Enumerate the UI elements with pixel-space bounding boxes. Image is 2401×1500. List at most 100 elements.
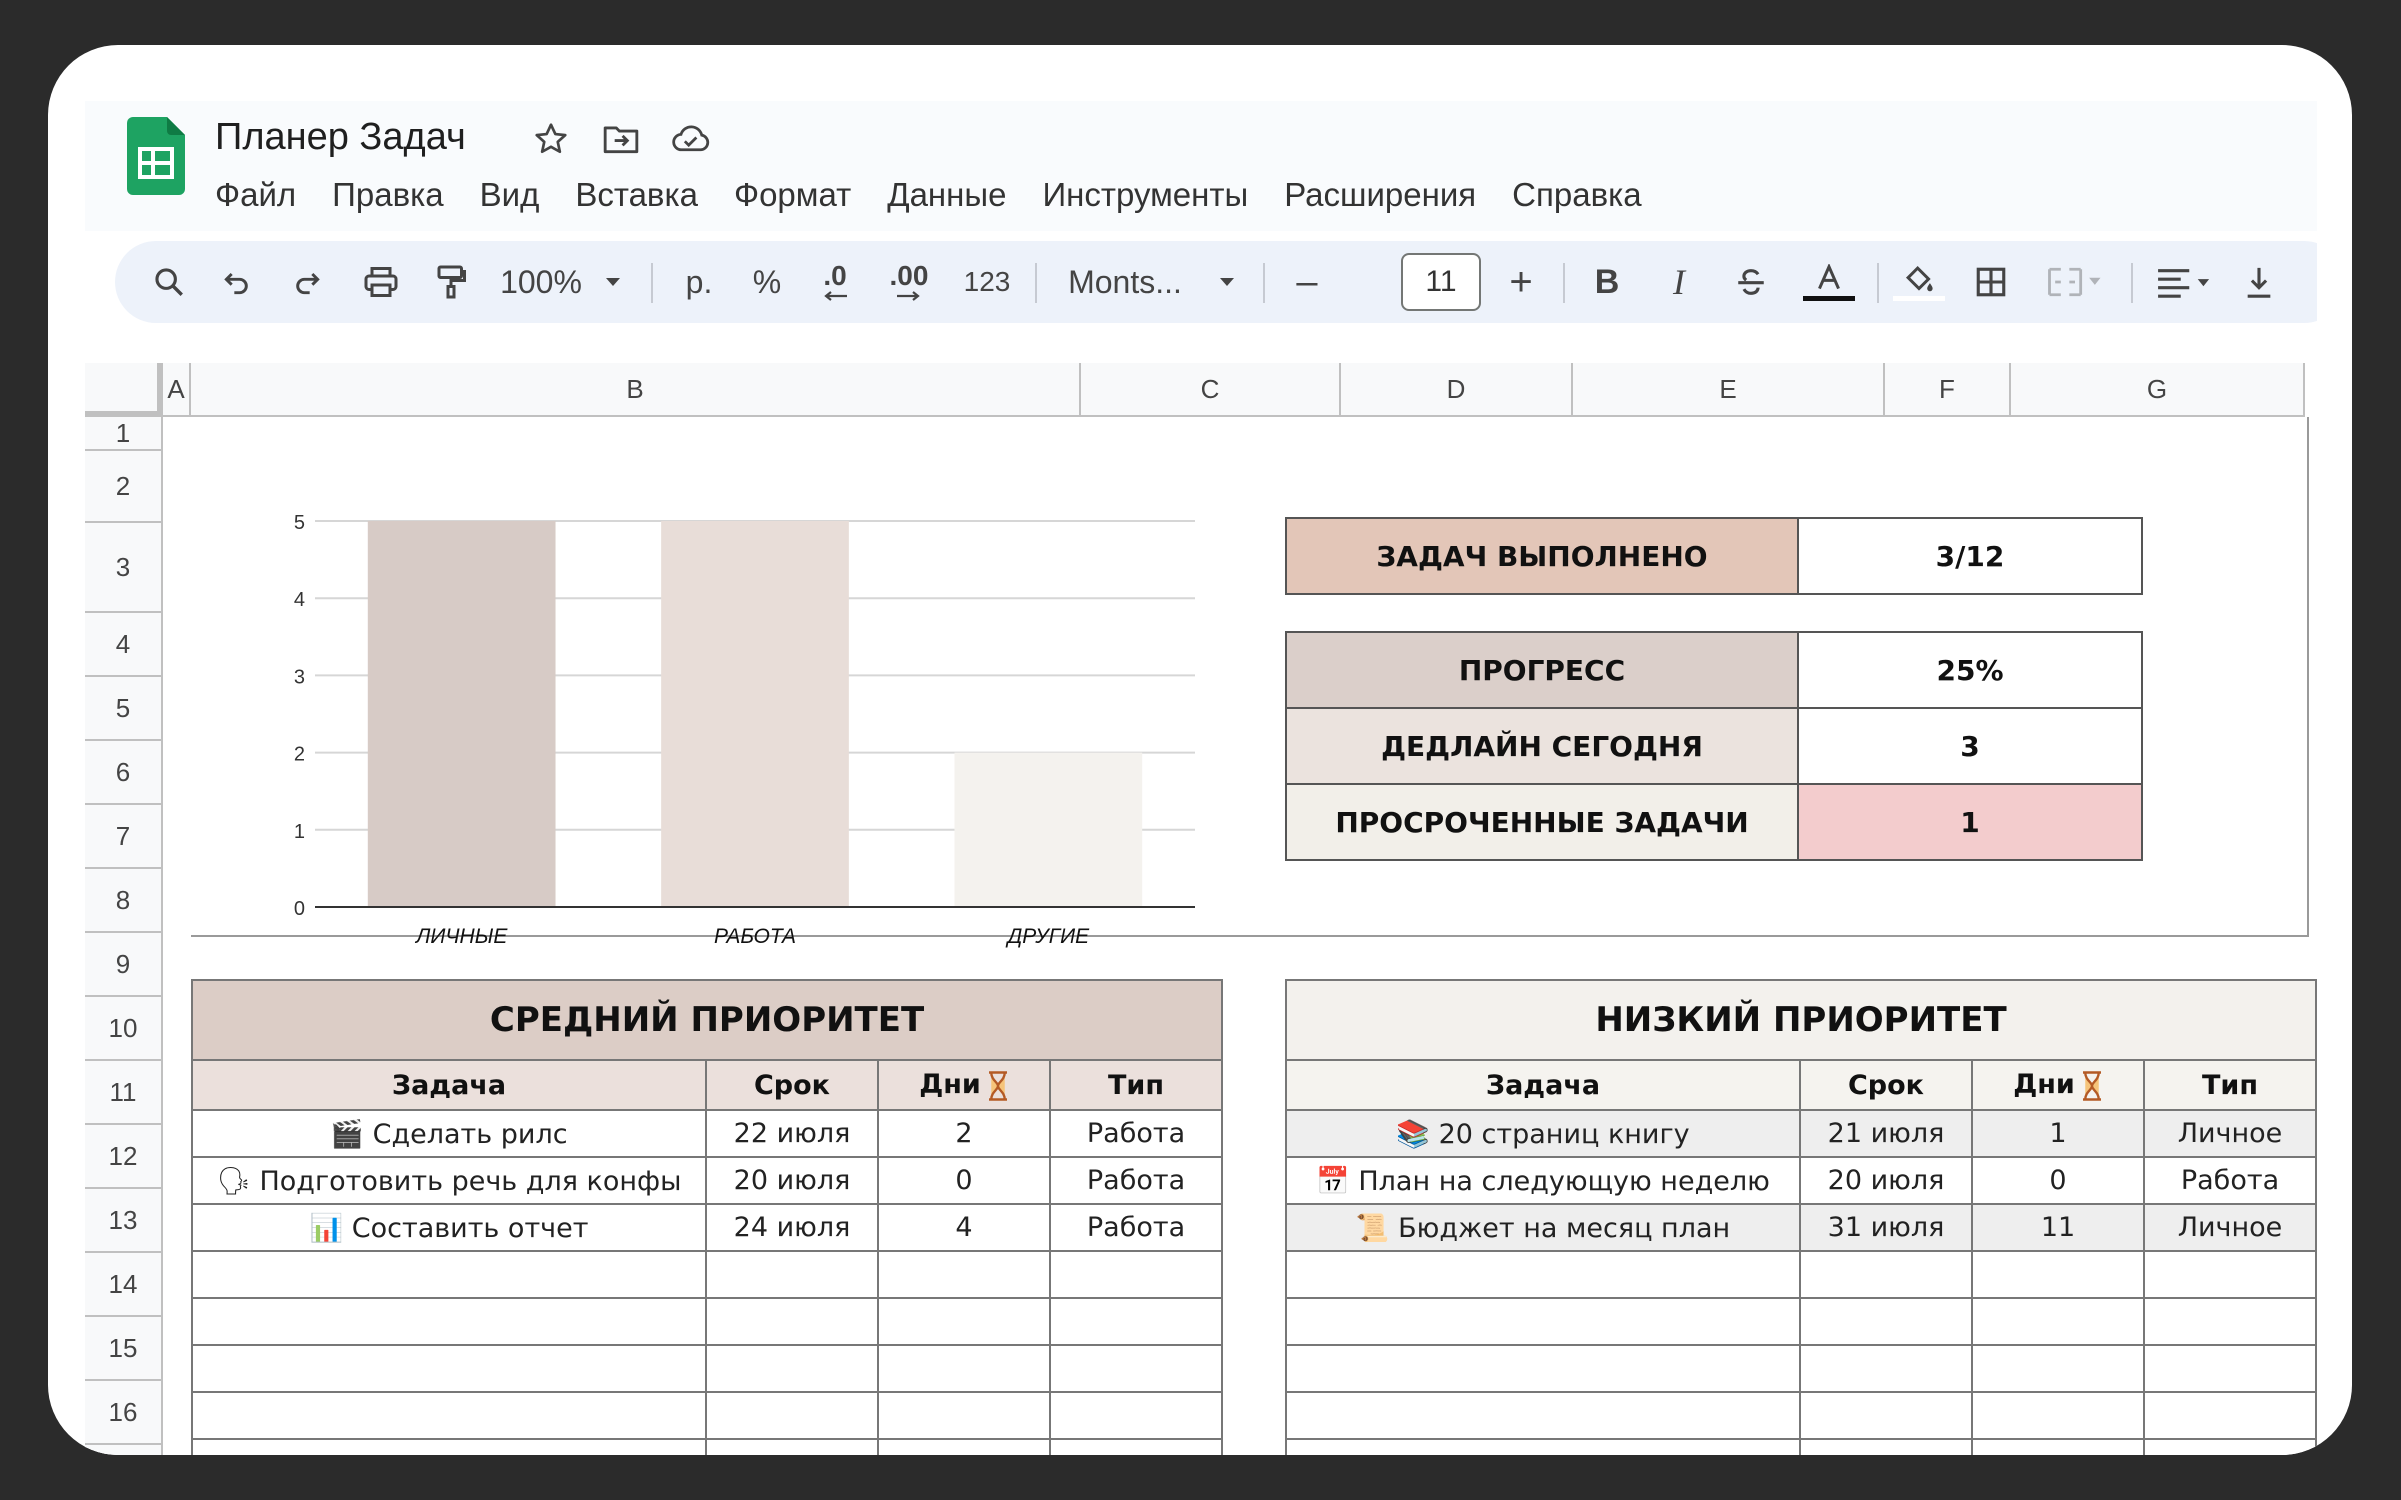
empty-cell[interactable] [2142,1391,2317,1440]
task-cell[interactable]: 📅 План на следующую неделю [1285,1156,1801,1205]
empty-cell[interactable] [191,1391,707,1440]
column-header-d[interactable]: D [1341,363,1573,417]
row-header-4[interactable]: 4 [85,613,163,677]
table-row[interactable]: 📜 Бюджет на месяц план 31 июля 11 Личное [1285,1203,2317,1252]
row-header-9[interactable]: 9 [85,933,163,997]
move-folder-icon[interactable] [597,115,645,163]
empty-cell[interactable] [705,1391,879,1440]
empty-cell[interactable] [1799,1438,1973,1455]
currency-format-button[interactable]: р. [671,241,727,323]
borders-icon[interactable] [1965,241,2017,323]
type-cell[interactable]: Работа [1048,1156,1224,1205]
due-cell[interactable]: 24 июля [705,1203,879,1252]
star-icon[interactable] [527,115,575,163]
empty-cell[interactable] [705,1297,879,1346]
empty-cell[interactable] [1799,1250,1973,1299]
category-bar-chart[interactable]: 0 1 2 3 4 5 ЛИЧНЫЕ РАБОТА ДРУГИЕ [195,441,1195,961]
empty-cell[interactable] [2142,1344,2317,1393]
empty-row[interactable] [1285,1297,2317,1346]
empty-cell[interactable] [191,1438,707,1455]
merge-cells-icon[interactable] [2035,241,2115,323]
strikethrough-icon[interactable] [1725,241,1777,323]
row-header-1[interactable]: 1 [85,417,163,451]
table-row[interactable]: 📊 Составить отчет 24 июля 4 Работа [191,1203,1224,1252]
empty-row[interactable] [1285,1250,2317,1299]
tasks-done-value[interactable]: 3/12 [1797,517,2143,595]
empty-row[interactable] [1285,1344,2317,1393]
menu-file[interactable]: Файл [215,165,314,225]
empty-row[interactable] [191,1344,1224,1393]
row-header-3[interactable]: 3 [85,523,163,613]
fill-color-icon[interactable] [1891,241,1947,323]
due-cell[interactable]: 20 июля [1799,1156,1973,1205]
column-header-b[interactable]: B [191,363,1081,417]
number-format-button[interactable]: 123 [955,241,1019,323]
decrease-font-size-button[interactable]: – [1281,241,1333,323]
days-cell[interactable]: 1 [1971,1109,2145,1158]
horizontal-align-icon[interactable] [2145,241,2225,323]
type-cell[interactable]: Работа [2142,1156,2317,1205]
type-cell[interactable]: Работа [1048,1109,1224,1158]
empty-cell[interactable] [191,1297,707,1346]
font-dropdown-chevron-icon[interactable] [1209,241,1245,323]
empty-cell[interactable] [1048,1391,1224,1440]
menu-view[interactable]: Вид [462,165,558,225]
empty-cell[interactable] [705,1438,879,1455]
print-icon[interactable] [353,241,409,323]
empty-cell[interactable] [1285,1391,1801,1440]
text-color-icon[interactable] [1799,241,1859,323]
table-row[interactable]: 🗣 Подготовить речь для конфы 20 июля 0 Р… [191,1156,1224,1205]
empty-cell[interactable] [1285,1250,1801,1299]
days-cell[interactable]: 0 [1971,1156,2145,1205]
empty-cell[interactable] [1799,1344,1973,1393]
empty-row[interactable] [191,1391,1224,1440]
due-cell[interactable]: 21 июля [1799,1109,1973,1158]
task-cell[interactable]: 📊 Составить отчет [191,1203,707,1252]
empty-cell[interactable] [1971,1344,2145,1393]
undo-icon[interactable] [211,241,263,323]
empty-cell[interactable] [877,1391,1051,1440]
task-cell[interactable]: 🎬 Сделать рилс [191,1109,707,1158]
empty-cell[interactable] [877,1250,1051,1299]
due-cell[interactable]: 22 июля [705,1109,879,1158]
column-header-e[interactable]: E [1573,363,1885,417]
column-header-a[interactable]: A [163,363,191,417]
progress-value[interactable]: 25% [1797,631,2143,709]
empty-cell[interactable] [1285,1297,1801,1346]
empty-cell[interactable] [1971,1438,2145,1455]
row-header-13[interactable]: 13 [85,1189,163,1253]
empty-cell[interactable] [1285,1438,1801,1455]
font-size-input[interactable]: 11 [1401,253,1481,311]
zoom-dropdown-chevron-icon[interactable] [595,241,631,323]
empty-cell[interactable] [1048,1250,1224,1299]
sheets-logo-icon[interactable] [127,117,185,195]
bold-button[interactable]: B [1581,241,1633,323]
type-cell[interactable]: Личное [2142,1109,2317,1158]
search-icon[interactable] [141,241,197,323]
redo-icon[interactable] [281,241,333,323]
type-cell[interactable]: Работа [1048,1203,1224,1252]
task-cell[interactable]: 📚 20 страниц книгу [1285,1109,1801,1158]
italic-button[interactable]: I [1653,241,1705,323]
empty-cell[interactable] [877,1297,1051,1346]
percent-format-button[interactable]: % [743,241,791,323]
empty-cell[interactable] [1048,1438,1224,1455]
empty-cell[interactable] [705,1344,879,1393]
empty-cell[interactable] [1285,1344,1801,1393]
row-header-15[interactable]: 15 [85,1317,163,1381]
days-cell[interactable]: 4 [877,1203,1051,1252]
row-header-14[interactable]: 14 [85,1253,163,1317]
column-header-c[interactable]: C [1081,363,1341,417]
zoom-select[interactable]: 100% [495,241,587,323]
overdue-tasks-value[interactable]: 1 [1797,783,2143,861]
table-row[interactable]: 🎬 Сделать рилс 22 июля 2 Работа [191,1109,1224,1158]
days-cell[interactable]: 2 [877,1109,1051,1158]
row-header-8[interactable]: 8 [85,869,163,933]
empty-row[interactable] [191,1297,1224,1346]
days-cell[interactable]: 0 [877,1156,1051,1205]
empty-cell[interactable] [1971,1297,2145,1346]
vertical-align-icon[interactable] [2235,241,2283,323]
empty-row[interactable] [1285,1391,2317,1440]
row-header-11[interactable]: 11 [85,1061,163,1125]
task-cell[interactable]: 🗣 Подготовить речь для конфы [191,1156,707,1205]
